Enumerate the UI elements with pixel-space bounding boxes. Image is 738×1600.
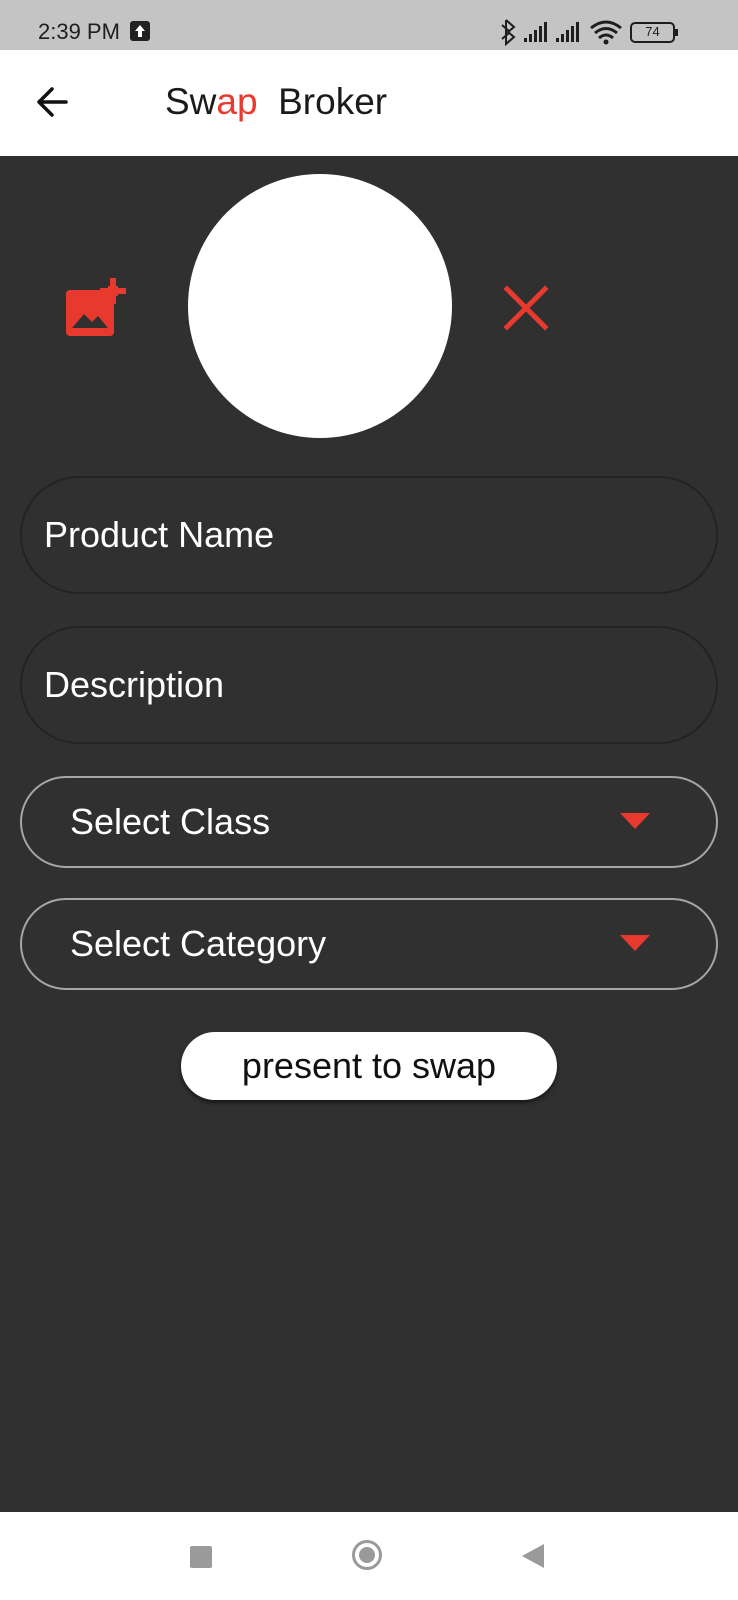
add-photo-icon[interactable] [64, 276, 128, 338]
class-select[interactable]: Select Class [20, 776, 718, 868]
product-form: Product Name Description Select Class Se… [0, 156, 738, 1512]
product-image[interactable] [188, 174, 452, 438]
back-icon[interactable] [522, 1544, 544, 1568]
status-time: 2:39 PM [38, 19, 120, 44]
signal-icon [556, 22, 579, 42]
back-arrow-icon[interactable] [34, 84, 74, 120]
product-name-placeholder: Product Name [44, 514, 275, 555]
status-icons: 74 [498, 16, 698, 47]
page-title: Swap Broker [165, 78, 387, 126]
title-accent: ap [216, 81, 258, 122]
category-select[interactable]: Select Category [20, 898, 718, 990]
description-field[interactable]: Description [20, 626, 718, 744]
title-part-1: Sw [165, 81, 217, 122]
dropdown-arrow-icon [620, 935, 650, 951]
class-select-label: Select Class [70, 801, 271, 842]
status-bar: 2:39 PM 74 [0, 0, 738, 50]
dropdown-arrow-icon [620, 813, 650, 829]
battery-level: 74 [645, 24, 660, 39]
recents-icon[interactable] [190, 1546, 212, 1568]
product-name-field[interactable]: Product Name [20, 476, 718, 594]
signal-icon [524, 22, 547, 42]
home-icon[interactable] [352, 1540, 382, 1570]
wifi-icon [590, 20, 622, 45]
description-placeholder: Description [44, 664, 225, 705]
app-bar: Swap Broker [0, 50, 738, 156]
category-select-label: Select Category [70, 923, 327, 964]
upload-icon [130, 21, 150, 41]
close-icon[interactable] [502, 284, 550, 332]
present-to-swap-button[interactable]: present to swap [181, 1032, 557, 1100]
bluetooth-icon [501, 19, 516, 47]
title-part-2: Broker [257, 81, 388, 122]
system-nav-bar [0, 1512, 738, 1600]
